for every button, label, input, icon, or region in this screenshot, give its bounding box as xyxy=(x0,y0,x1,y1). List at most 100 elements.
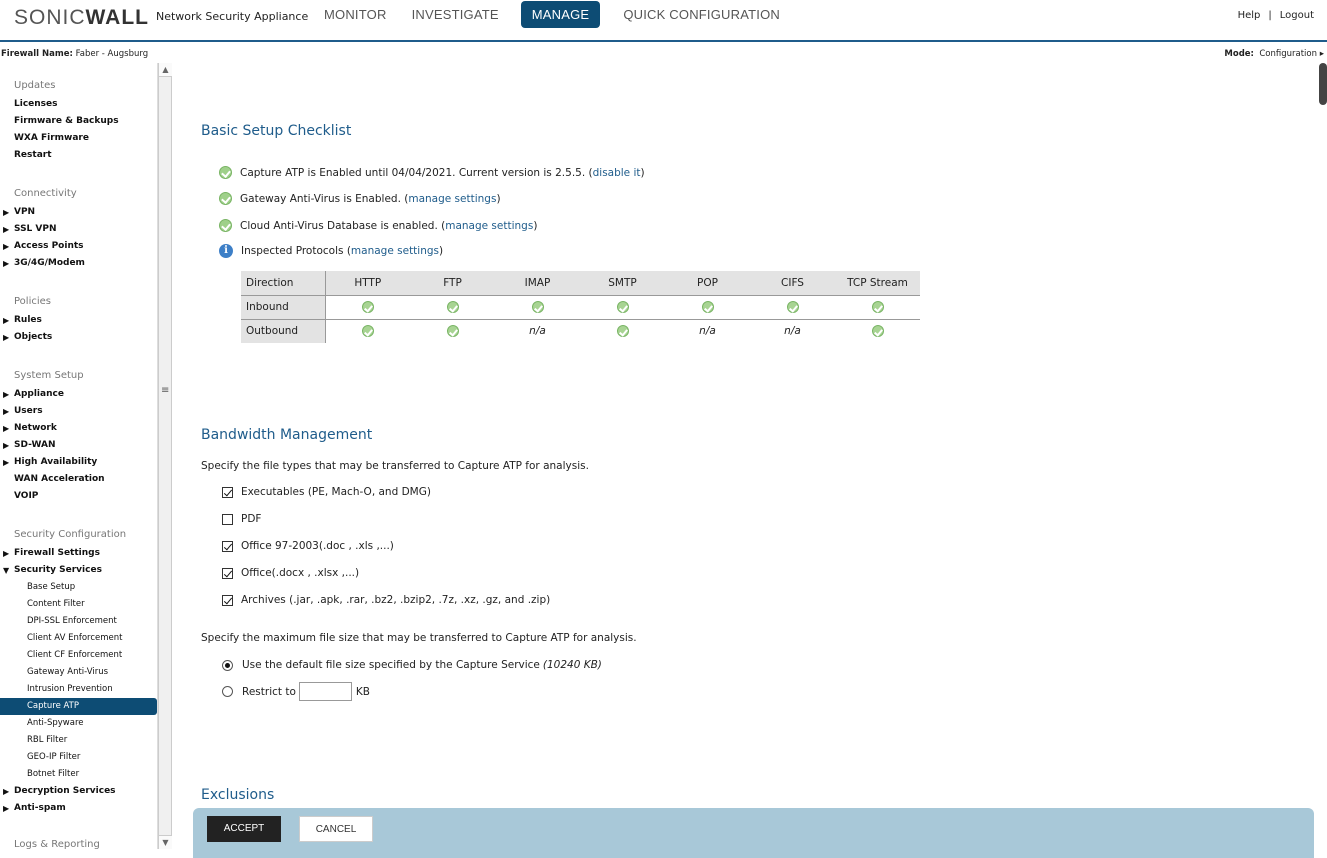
sidebar-item-anti-spam[interactable]: ▶ Anti-spam xyxy=(0,800,157,817)
sidebar-sub-intrusion-prevention[interactable]: Intrusion Prevention xyxy=(0,681,157,698)
file-size-description: Specify the maximum file size that may b… xyxy=(201,632,637,644)
default-size-value: (10240 KB) xyxy=(542,659,602,671)
scroll-down-icon[interactable]: ▼ xyxy=(159,835,172,849)
sidebar-sub-rbl-filter[interactable]: RBL Filter xyxy=(0,732,157,749)
table-cell xyxy=(835,295,920,320)
filetype-pdf: PDF xyxy=(222,513,261,525)
manage-settings-link[interactable]: manage settings xyxy=(351,245,439,257)
resize-grip-icon[interactable]: ≡ xyxy=(161,385,169,396)
expand-arrow-icon: ▶ xyxy=(3,804,10,813)
expand-arrow-icon: ▶ xyxy=(3,225,10,234)
sidebar-sub-gateway-av[interactable]: Gateway Anti-Virus xyxy=(0,664,157,681)
sidebar-item-high-availability[interactable]: ▶ High Availability xyxy=(0,454,157,471)
sidebar-sub-client-av[interactable]: Client AV Enforcement xyxy=(0,630,157,647)
sidebar-item-rules[interactable]: ▶ Rules xyxy=(0,312,157,329)
nav-manage[interactable]: MANAGE xyxy=(520,1,601,28)
expand-arrow-icon: ▶ xyxy=(3,242,10,251)
sidebar-item-ssl-vpn[interactable]: ▶ SSL VPN xyxy=(0,221,157,238)
sidebar-item-vpn[interactable]: ▶ VPN xyxy=(0,204,157,221)
disable-it-link[interactable]: disable it xyxy=(593,167,641,179)
manage-settings-link[interactable]: manage settings xyxy=(408,193,496,205)
close-paren: ) xyxy=(640,166,645,179)
filetype-archives: Archives (.jar, .apk, .rar, .bz2, .bzip2… xyxy=(222,594,550,606)
sidebar-item-appliance[interactable]: ▶ Appliance xyxy=(0,386,157,403)
nav-quick-configuration[interactable]: QUICK CONFIGURATION xyxy=(612,1,791,28)
sidebar-sub-anti-spyware[interactable]: Anti-Spyware xyxy=(0,715,157,732)
sidebar-item-access-points[interactable]: ▶ Access Points xyxy=(0,238,157,255)
close-paren: ) xyxy=(439,245,444,257)
sidebar-item-users[interactable]: ▶ Users xyxy=(0,403,157,420)
office-97-checkbox[interactable] xyxy=(222,540,233,552)
sidebar-item-restart[interactable]: Restart xyxy=(0,147,157,164)
top-links: Help | Logout xyxy=(1238,10,1314,21)
sonicwall-logo: SONICWALL xyxy=(14,6,149,29)
bandwidth-management-title: Bandwidth Management xyxy=(201,427,373,443)
mode-value[interactable]: Configuration xyxy=(1259,49,1317,59)
table-cell xyxy=(495,295,580,320)
sidebar-section-connectivity: Connectivity xyxy=(14,188,77,199)
exclusions-title: Exclusions xyxy=(201,787,275,803)
table-row-inbound: Inbound xyxy=(241,295,920,320)
sidebar-item-decryption-services[interactable]: ▶ Decryption Services xyxy=(0,783,157,800)
logout-link[interactable]: Logout xyxy=(1280,10,1314,21)
archives-checkbox[interactable] xyxy=(222,594,233,606)
row-label: Inbound xyxy=(241,295,326,320)
sidebar-item-wan-acceleration[interactable]: WAN Acceleration xyxy=(0,471,157,488)
caret-right-icon: ▸ xyxy=(1319,49,1324,59)
checkbox-label: Office 97-2003(.doc , .xls ,...) xyxy=(241,540,394,552)
sidebar-item-sd-wan[interactable]: ▶ SD-WAN xyxy=(0,437,157,454)
nav-monitor[interactable]: MONITOR xyxy=(313,1,398,28)
sidebar-sub-geo-ip-filter[interactable]: GEO-IP Filter xyxy=(0,749,157,766)
manage-settings-link[interactable]: manage settings xyxy=(445,220,533,232)
table-cell: n/a xyxy=(699,325,716,338)
check-circle-icon xyxy=(871,301,884,313)
filetype-executables: Executables (PE, Mach-O, and DMG) xyxy=(222,486,431,498)
check-circle-icon xyxy=(361,325,374,338)
sidebar-item-objects[interactable]: ▶ Objects xyxy=(0,329,157,346)
column-header: HTTP xyxy=(325,271,410,296)
filetype-office-97: Office 97-2003(.doc , .xls ,...) xyxy=(222,540,394,552)
table-cell xyxy=(835,319,920,343)
sidebar-item-voip[interactable]: VOIP xyxy=(0,488,157,505)
sidebar-scrollbar[interactable]: ▲ ≡ ▼ xyxy=(158,63,172,849)
sidebar-item-wxa-firmware[interactable]: WXA Firmware xyxy=(0,130,157,147)
main-scrollbar[interactable] xyxy=(1316,63,1327,849)
table-cell xyxy=(750,295,835,320)
sidebar-item-network[interactable]: ▶ Network xyxy=(0,420,157,437)
table-cell xyxy=(580,319,665,343)
expand-arrow-icon: ▶ xyxy=(3,407,10,416)
sidebar-section-updates: Updates xyxy=(14,80,56,91)
office-checkbox[interactable] xyxy=(222,567,233,579)
expand-arrow-icon: ▶ xyxy=(3,424,10,433)
help-link[interactable]: Help xyxy=(1238,10,1261,21)
sidebar-item-firmware[interactable]: Firmware & Backups xyxy=(0,113,157,130)
sidebar-item-licenses[interactable]: Licenses xyxy=(0,96,157,113)
sidebar-sub-base-setup[interactable]: Base Setup xyxy=(0,579,157,596)
scroll-up-icon[interactable]: ▲ xyxy=(159,63,172,77)
scrollbar-thumb[interactable] xyxy=(1319,63,1327,105)
sidebar-sub-botnet-filter[interactable]: Botnet Filter xyxy=(0,766,157,783)
sidebar-sub-content-filter[interactable]: Content Filter xyxy=(0,596,157,613)
sidebar-sub-dpi-ssl[interactable]: DPI-SSL Enforcement xyxy=(0,613,157,630)
sidebar-item-firewall-settings[interactable]: ▶ Firewall Settings xyxy=(0,545,157,562)
sidebar-sub-client-cf[interactable]: Client CF Enforcement xyxy=(0,647,157,664)
table-cell xyxy=(410,319,495,343)
pdf-checkbox[interactable] xyxy=(222,513,233,525)
sidebar-item-security-services[interactable]: ▼ Security Services xyxy=(0,562,157,579)
cancel-button[interactable]: CANCEL xyxy=(299,816,373,842)
default-size-radio[interactable] xyxy=(222,659,233,671)
sidebar-item-modem[interactable]: ▶ 3G/4G/Modem xyxy=(0,255,157,272)
executables-checkbox[interactable] xyxy=(222,486,233,498)
table-cell: n/a xyxy=(784,325,801,338)
restrict-size-radio[interactable] xyxy=(222,686,233,697)
sidebar-item-label: Access Points xyxy=(14,241,84,251)
sidebar-sub-capture-atp[interactable]: Capture ATP xyxy=(0,698,157,715)
sidebar-item-label: Security Services xyxy=(14,565,102,575)
sidebar-item-label: VPN xyxy=(14,207,36,217)
restrict-size-input[interactable] xyxy=(298,682,352,701)
sidebar-item-label: 3G/4G/Modem xyxy=(14,258,85,268)
table-header-row: Direction HTTP FTP IMAP SMTP POP CIFS TC… xyxy=(241,271,920,296)
accept-button[interactable]: ACCEPT xyxy=(207,816,281,842)
sidebar-item-label: Anti-spam xyxy=(14,803,66,813)
nav-investigate[interactable]: INVESTIGATE xyxy=(401,1,510,28)
